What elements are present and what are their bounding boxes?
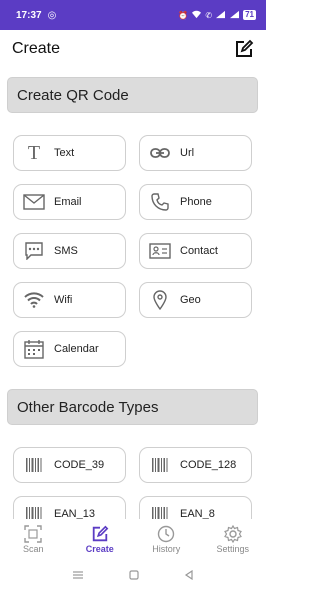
qr-type-url-button[interactable]: Url (139, 135, 252, 171)
alarm-icon: ⏰ (178, 10, 189, 20)
qr-type-label: Phone (180, 196, 212, 208)
qr-type-label: Wifi (54, 294, 73, 306)
barcode-type-code128-button[interactable]: CODE_128 (139, 447, 252, 483)
qr-type-label: Url (180, 147, 195, 159)
nav-label: Scan (22, 544, 44, 554)
qr-type-sms-button[interactable]: SMS (13, 233, 126, 269)
link-icon (140, 147, 180, 159)
nav-item-create[interactable]: Create (67, 519, 134, 559)
email-icon (14, 194, 54, 210)
sms-icon (14, 242, 54, 260)
qr-type-label: Geo (180, 294, 201, 306)
wifi-icon (14, 292, 54, 308)
qr-type-calendar-button[interactable]: Calendar (13, 331, 126, 367)
qr-type-label: Contact (180, 245, 218, 257)
sync-icon: ◎ (47, 9, 57, 21)
signal-icon (215, 10, 226, 21)
status-icons: ⏰ ✆ 71 (178, 10, 256, 21)
location-pin-icon (140, 290, 180, 310)
qr-type-label: Text (54, 147, 75, 159)
qr-type-contact-button[interactable]: Contact (139, 233, 252, 269)
recent-apps-icon[interactable] (72, 567, 84, 585)
qr-type-label: SMS (54, 245, 78, 257)
battery-icon: 71 (243, 10, 256, 20)
nav-label: Settings (216, 544, 250, 554)
phone-icon (140, 193, 180, 211)
barcode-type-label: CODE_128 (180, 459, 237, 471)
settings-gear-icon (223, 524, 242, 544)
nav-item-settings[interactable]: Settings (200, 519, 267, 559)
qr-type-email-button[interactable]: Email (13, 184, 126, 220)
call-icon: ✆ (205, 10, 213, 20)
nav-label: History (152, 544, 181, 554)
status-time: 17:37 (16, 9, 42, 21)
qr-type-label: Calendar (54, 343, 99, 355)
page-title: Create (12, 40, 61, 57)
home-icon[interactable] (129, 567, 139, 585)
nav-item-history[interactable]: History (133, 519, 200, 559)
status-bar: 17:37 ◎ ⏰ ✆ 71 (0, 0, 266, 30)
section-header-create-qr: Create QR Code (7, 77, 258, 113)
history-icon (157, 524, 175, 544)
contact-card-icon (140, 243, 180, 259)
qr-type-wifi-button[interactable]: Wifi (13, 282, 126, 318)
qr-type-label: Email (54, 196, 82, 208)
create-icon (91, 524, 109, 544)
back-icon[interactable] (184, 567, 194, 585)
app-bar: Create (0, 30, 266, 68)
scan-icon (24, 524, 42, 544)
text-icon: T (27, 141, 41, 164)
bottom-navigation: Scan Create History Settings (0, 519, 266, 559)
edit-icon[interactable] (234, 39, 254, 59)
calendar-icon (14, 339, 54, 359)
qr-type-text-button[interactable]: T Text (13, 135, 126, 171)
nav-label: Create (85, 544, 114, 554)
signal-icon-2 (229, 10, 240, 21)
wifi-status-icon (191, 10, 202, 21)
barcode-icon (14, 457, 54, 473)
barcode-icon (140, 457, 180, 473)
qr-type-phone-button[interactable]: Phone (139, 184, 252, 220)
section-header-other-barcodes: Other Barcode Types (7, 389, 258, 425)
barcode-type-code39-button[interactable]: CODE_39 (13, 447, 126, 483)
system-navigation-bar (0, 559, 266, 592)
qr-type-geo-button[interactable]: Geo (139, 282, 252, 318)
nav-item-scan[interactable]: Scan (0, 519, 67, 559)
barcode-type-label: CODE_39 (54, 459, 105, 471)
